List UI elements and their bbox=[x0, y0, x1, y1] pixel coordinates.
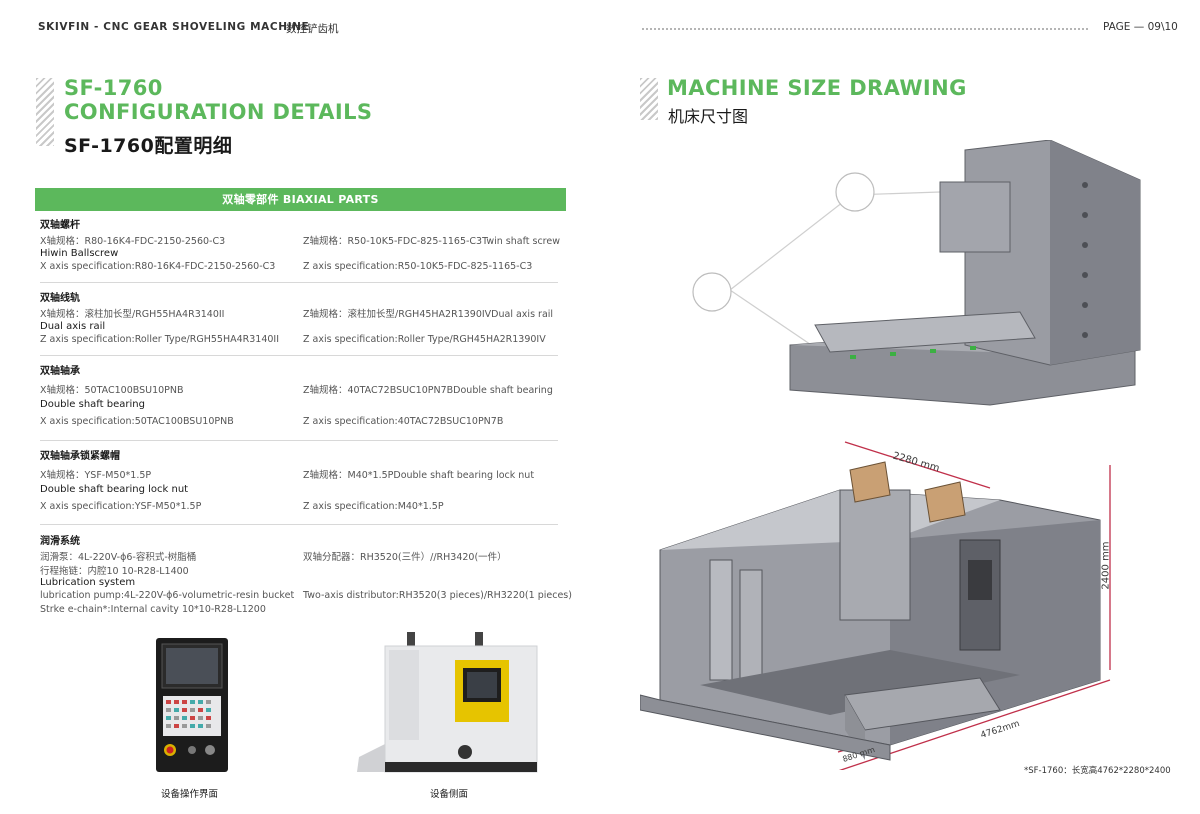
section-divider bbox=[40, 355, 558, 356]
lube-chain-en: Strke e-chain*:Internal cavity 10*10-R28… bbox=[40, 604, 266, 615]
size-drawing-title-cn: 机床尺寸图 bbox=[668, 107, 749, 126]
machine-side-image bbox=[357, 632, 538, 773]
section-heading-cn: 双轴轴承 bbox=[40, 366, 80, 377]
section-heading-cn: 双轴轴承锁紧螺帽 bbox=[40, 451, 120, 462]
x-spec-en: Z axis specification:Roller Type/RGH55HA… bbox=[40, 334, 280, 345]
brand-title: SKIVFIN - CNC GEAR SHOVELING MACHINE bbox=[38, 21, 310, 33]
z-spec-en: Z axis specification:Roller Type/RGH45HA… bbox=[303, 334, 546, 345]
header-divider bbox=[642, 28, 1088, 30]
z-spec-en: Z axis specification:M40*1.5P bbox=[303, 501, 444, 512]
x-spec-cn: X轴规格：滚柱加长型/RGH55HA4R3140II bbox=[40, 309, 225, 320]
config-title-line2: CONFIGURATION DETAILS bbox=[64, 100, 373, 124]
section-divider bbox=[40, 440, 558, 441]
section-ballscrew: 双轴螺杆 X轴规格：R80-16K4-FDC-2150-2560-C3 Z轴规格… bbox=[40, 216, 560, 275]
section-heading-cn: 润滑系统 bbox=[40, 536, 80, 547]
section-rail: 双轴线轨 X轴规格：滚柱加长型/RGH55HA4R3140II Z轴规格：滚柱加… bbox=[40, 289, 560, 348]
callout-circle bbox=[835, 172, 875, 212]
section-heading-en: Hiwin Ballscrew bbox=[40, 248, 119, 259]
z-spec-cn: Z轴规格：R50-10K5-FDC-825-1165-C3Twin shaft … bbox=[303, 236, 560, 247]
z-spec-en: Z axis specification:40TAC72BSUC10PN7B bbox=[303, 416, 504, 427]
section-heading-en: Double shaft bearing lock nut bbox=[40, 484, 189, 495]
section-heading-cn: 双轴螺杆 bbox=[40, 220, 80, 231]
section-heading-cn: 双轴线轨 bbox=[40, 293, 80, 304]
z-spec-cn: Z轴规格：M40*1.5PDouble shaft bearing lock n… bbox=[303, 470, 535, 481]
z-spec-cn: Z轴规格：40TAC72BSUC10PN7BDouble shaft beari… bbox=[303, 385, 553, 396]
section-heading-en: Double shaft bearing bbox=[40, 399, 145, 410]
hatch-decoration-right bbox=[640, 78, 658, 120]
machine-dimension-illustration bbox=[640, 441, 1111, 770]
section-divider bbox=[40, 524, 558, 525]
x-spec-en: X axis specification:R80-16K4-FDC-2150-2… bbox=[40, 261, 276, 272]
section-bearing: 双轴轴承 X轴规格：50TAC100BSU10PNB Z轴规格：40TAC72B… bbox=[40, 362, 560, 429]
x-spec-cn: X轴规格：YSF-M50*1.5P bbox=[40, 470, 152, 481]
x-spec-cn: X轴规格：50TAC100BSU10PNB bbox=[40, 385, 184, 396]
lube-chain-cn: 行程拖链：内腔10 10-R28-L1400 bbox=[40, 566, 189, 577]
x-spec-cn: X轴规格：R80-16K4-FDC-2150-2560-C3 bbox=[40, 236, 226, 247]
config-title-line1: SF-1760 bbox=[64, 76, 163, 100]
lube-distributor-cn: 双轴分配器：RH3520(三件）//RH3420(一件） bbox=[303, 552, 507, 563]
z-spec-en: Z axis specification:R50-10K5-FDC-825-11… bbox=[303, 261, 533, 272]
section-lubrication: 润滑系统 润滑泵：4L-220V-ϕ6-容积式-树脂桶 行程拖链：内腔10 10… bbox=[40, 532, 572, 618]
lube-distributor-en: Two-axis distributor:RH3520(3 pieces)/RH… bbox=[303, 590, 572, 601]
photo-caption-side: 设备侧面 bbox=[430, 789, 469, 800]
callout-circle bbox=[692, 272, 732, 312]
size-drawing-title: MACHINE SIZE DRAWING bbox=[667, 76, 967, 100]
x-spec-en: X axis specification:50TAC100BSU10PNB bbox=[40, 416, 234, 427]
photo-caption-panel: 设备操作界面 bbox=[161, 789, 219, 800]
config-title-cn: SF-1760配置明细 bbox=[64, 135, 233, 157]
x-spec-en: X axis specification:YSF-M50*1.5P bbox=[40, 501, 202, 512]
brand-title-cn: 数控铲齿机 bbox=[286, 23, 339, 35]
section-heading-en: Dual axis rail bbox=[40, 321, 106, 332]
lube-pump-cn: 润滑泵：4L-220V-ϕ6-容积式-树脂桶 bbox=[40, 552, 197, 563]
biaxial-parts-bar: 双轴零部件 BIAXIAL PARTS bbox=[35, 188, 566, 211]
z-spec-cn: Z轴规格：滚柱加长型/RGH45HA2R1390IVDual axis rail bbox=[303, 309, 554, 320]
machine-size-note: *SF-1760：长宽高4762*2280*2400 bbox=[1024, 766, 1171, 776]
section-heading-en: Lubrication system bbox=[40, 577, 136, 588]
control-panel-image bbox=[156, 638, 228, 772]
section-divider bbox=[40, 282, 558, 283]
lube-pump-en: lubrication pump:4L-220V-ϕ6-volumetric-r… bbox=[40, 590, 295, 601]
dim-label-height: 2400 mm bbox=[1100, 541, 1112, 590]
machine-top-view-illustration bbox=[692, 140, 1141, 406]
section-lock-nut: 双轴轴承锁紧螺帽 X轴规格：YSF-M50*1.5P Z轴规格：M40*1.5P… bbox=[40, 447, 560, 514]
page-number: PAGE — 09\10 bbox=[1103, 21, 1178, 33]
hatch-decoration-left bbox=[36, 78, 54, 146]
